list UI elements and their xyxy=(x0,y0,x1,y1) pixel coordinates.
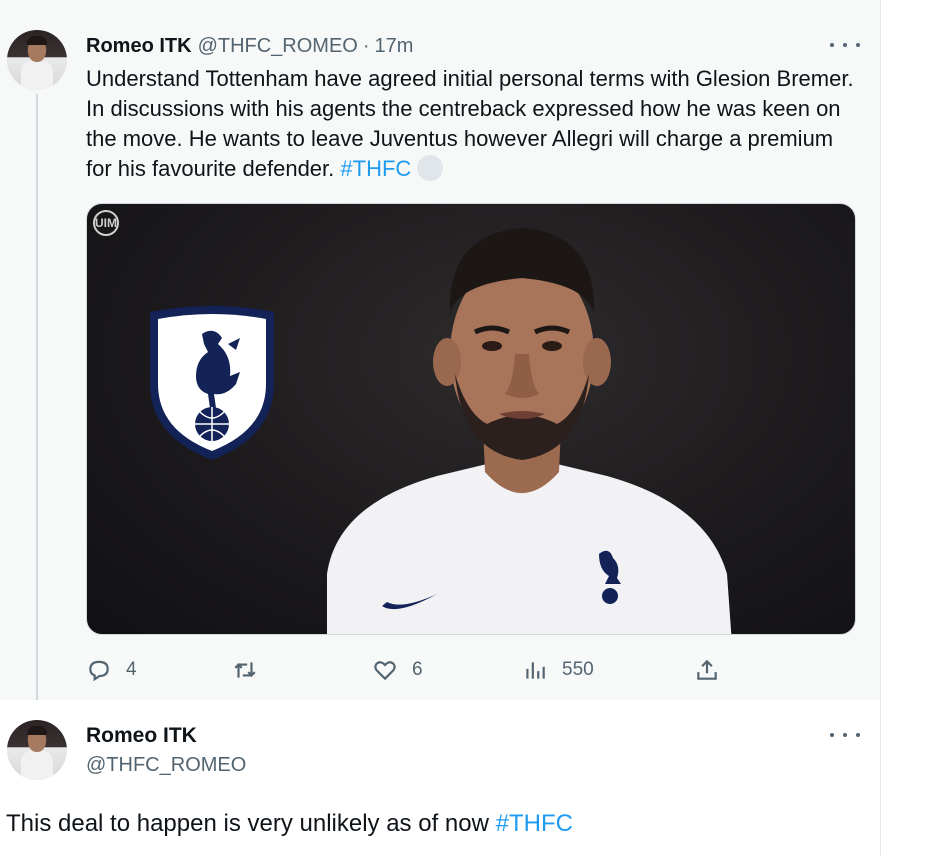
avatar[interactable] xyxy=(7,720,67,780)
more-icon[interactable] xyxy=(830,727,860,743)
tweet-media-image[interactable]: UIM xyxy=(86,203,856,635)
author-name[interactable]: Romeo ITK xyxy=(86,724,197,748)
tweet-actions-bar: 4 6 550 xyxy=(86,652,726,688)
hashtag-link[interactable]: #THFC xyxy=(340,156,411,181)
retweet-icon xyxy=(234,662,256,678)
reply-button[interactable]: 4 xyxy=(86,652,137,688)
reply-icon xyxy=(89,660,109,682)
like-icon xyxy=(374,661,396,681)
tweet-body: This deal to happen is very unlikely as … xyxy=(6,810,489,837)
tweet-text: This deal to happen is very unlikely as … xyxy=(6,810,573,838)
tweet-header: Romeo ITK @THFC_ROMEO · 17m xyxy=(86,34,413,58)
reply-count: 4 xyxy=(126,659,137,680)
tweet-card-focused[interactable]: Romeo ITK @THFC_ROMEO This deal to happe… xyxy=(0,700,880,856)
tweet-text: Understand Tottenham have agreed initial… xyxy=(86,64,856,184)
right-sidebar xyxy=(881,0,925,856)
tweet-timestamp[interactable]: 17m xyxy=(375,35,414,58)
views-button[interactable]: 550 xyxy=(522,652,594,688)
author-name[interactable]: Romeo ITK xyxy=(86,35,192,58)
player-photo xyxy=(327,228,732,634)
watermark-logo: UIM xyxy=(93,210,119,236)
hashtag-link[interactable]: #THFC xyxy=(496,810,573,837)
tweet-card[interactable]: Romeo ITK @THFC_ROMEO · 17m Understand T… xyxy=(0,0,880,706)
like-count: 6 xyxy=(412,659,423,680)
emoji-icon xyxy=(417,155,444,181)
tweet-body: Understand Tottenham have agreed initial… xyxy=(86,66,854,181)
share-icon xyxy=(697,659,717,680)
tottenham-crest-icon xyxy=(150,306,274,460)
views-icon xyxy=(526,662,545,679)
more-icon[interactable] xyxy=(830,37,860,53)
separator-dot: · xyxy=(362,34,370,57)
share-button[interactable] xyxy=(694,652,720,688)
retweet-button[interactable] xyxy=(232,652,272,688)
like-button[interactable]: 6 xyxy=(372,652,423,688)
author-handle[interactable]: @THFC_ROMEO xyxy=(198,35,358,58)
thread-connector-line xyxy=(36,94,38,706)
author-handle[interactable]: @THFC_ROMEO xyxy=(86,754,246,777)
views-count: 550 xyxy=(562,659,594,680)
avatar[interactable] xyxy=(7,30,67,90)
timeline: Romeo ITK @THFC_ROMEO · 17m Understand T… xyxy=(0,0,880,856)
